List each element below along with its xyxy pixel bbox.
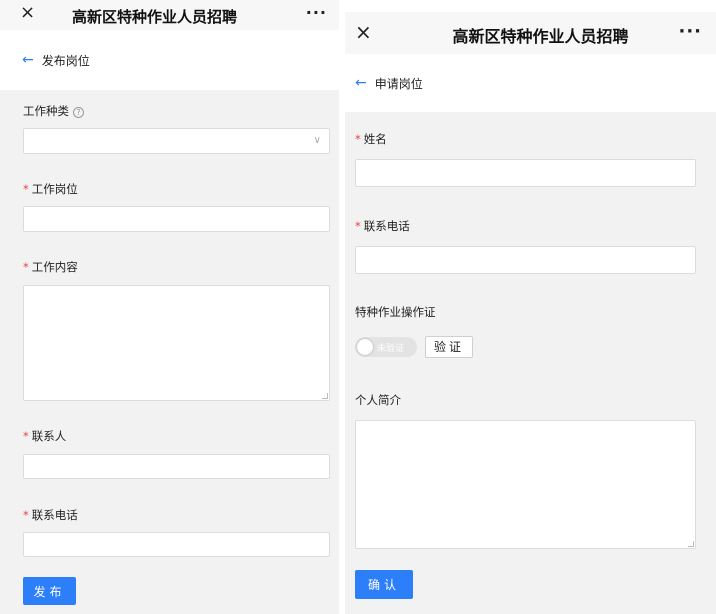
right-title-bar: × 高新区特种作业人员招聘 ···: [345, 12, 716, 54]
job-position-input[interactable]: [23, 206, 330, 232]
required-mark: *: [355, 219, 361, 233]
name-input[interactable]: [355, 159, 696, 187]
work-type-label: 工作种类?: [23, 103, 84, 119]
contact-person-input[interactable]: [23, 454, 330, 479]
contact-person-label: * 联系人: [23, 428, 66, 444]
certificate-label: 特种作业操作证: [355, 304, 436, 320]
back-arrow-icon[interactable]: ←: [22, 53, 34, 67]
more-icon[interactable]: ···: [678, 21, 702, 42]
required-mark: *: [23, 429, 29, 443]
window-title: 高新区特种作业人员招聘: [71, 8, 237, 26]
required-mark: *: [355, 132, 361, 146]
intro-textarea[interactable]: [355, 420, 696, 549]
job-position-label-text: 工作岗位: [31, 182, 78, 196]
toggle-status-text: 未验证: [377, 344, 405, 354]
help-icon[interactable]: ?: [73, 107, 84, 118]
job-position-label: * 工作岗位: [23, 181, 78, 197]
job-content-label-text: 工作内容: [31, 260, 78, 274]
work-type-label-text: 工作种类: [23, 104, 69, 118]
apply-job-panel: × 高新区特种作业人员招聘 ··· ← 申请岗位 * 姓名 * 联系电话 特种作业操…: [345, 12, 716, 614]
chevron-down-icon: ∨: [313, 135, 321, 146]
resize-handle-icon[interactable]: [688, 541, 694, 547]
intro-label-text: 个人简介: [355, 393, 401, 407]
publish-button[interactable]: 发布: [23, 577, 76, 605]
left-title-bar: × 高新区特种作业人员招聘 ···: [0, 0, 339, 30]
certificate-toggle[interactable]: 未验证: [355, 337, 417, 357]
confirm-button[interactable]: 确认: [355, 570, 413, 599]
window-title: 高新区特种作业人员招聘: [452, 27, 629, 46]
name-label-text: 姓名: [363, 132, 387, 146]
intro-label: 个人简介: [355, 392, 401, 408]
page-title: 发布岗位: [41, 53, 90, 68]
page-header: ← 申请岗位: [345, 54, 716, 112]
verify-button[interactable]: 验证: [425, 336, 474, 358]
work-type-select[interactable]: ∨: [23, 128, 330, 154]
contact-phone-label: * 联系电话: [23, 507, 78, 523]
toggle-knob: [357, 339, 373, 355]
publish-job-panel: × 高新区特种作业人员招聘 ··· ← 发布岗位 工作种类? ∨ * 工作岗位 *…: [0, 0, 339, 614]
back-arrow-icon[interactable]: ←: [355, 76, 367, 90]
page-title: 申请岗位: [374, 76, 423, 91]
name-label: * 姓名: [355, 131, 387, 147]
required-mark: *: [23, 508, 29, 522]
contact-phone-label-text: 联系电话: [31, 508, 78, 522]
certificate-label-text: 特种作业操作证: [355, 305, 436, 319]
resize-handle-icon[interactable]: [322, 393, 328, 399]
phone-label: * 联系电话: [355, 218, 410, 234]
contact-person-label-text: 联系人: [31, 429, 67, 443]
contact-phone-input[interactable]: [23, 532, 330, 557]
page-header: ← 发布岗位: [0, 30, 339, 90]
more-icon[interactable]: ···: [306, 3, 327, 22]
required-mark: *: [23, 260, 29, 274]
phone-input[interactable]: [355, 246, 696, 274]
phone-label-text: 联系电话: [363, 219, 410, 233]
required-mark: *: [23, 182, 29, 196]
job-content-textarea[interactable]: [23, 285, 330, 401]
job-content-label: * 工作内容: [23, 259, 78, 275]
certificate-verify-row: 未验证 验证: [355, 336, 474, 358]
